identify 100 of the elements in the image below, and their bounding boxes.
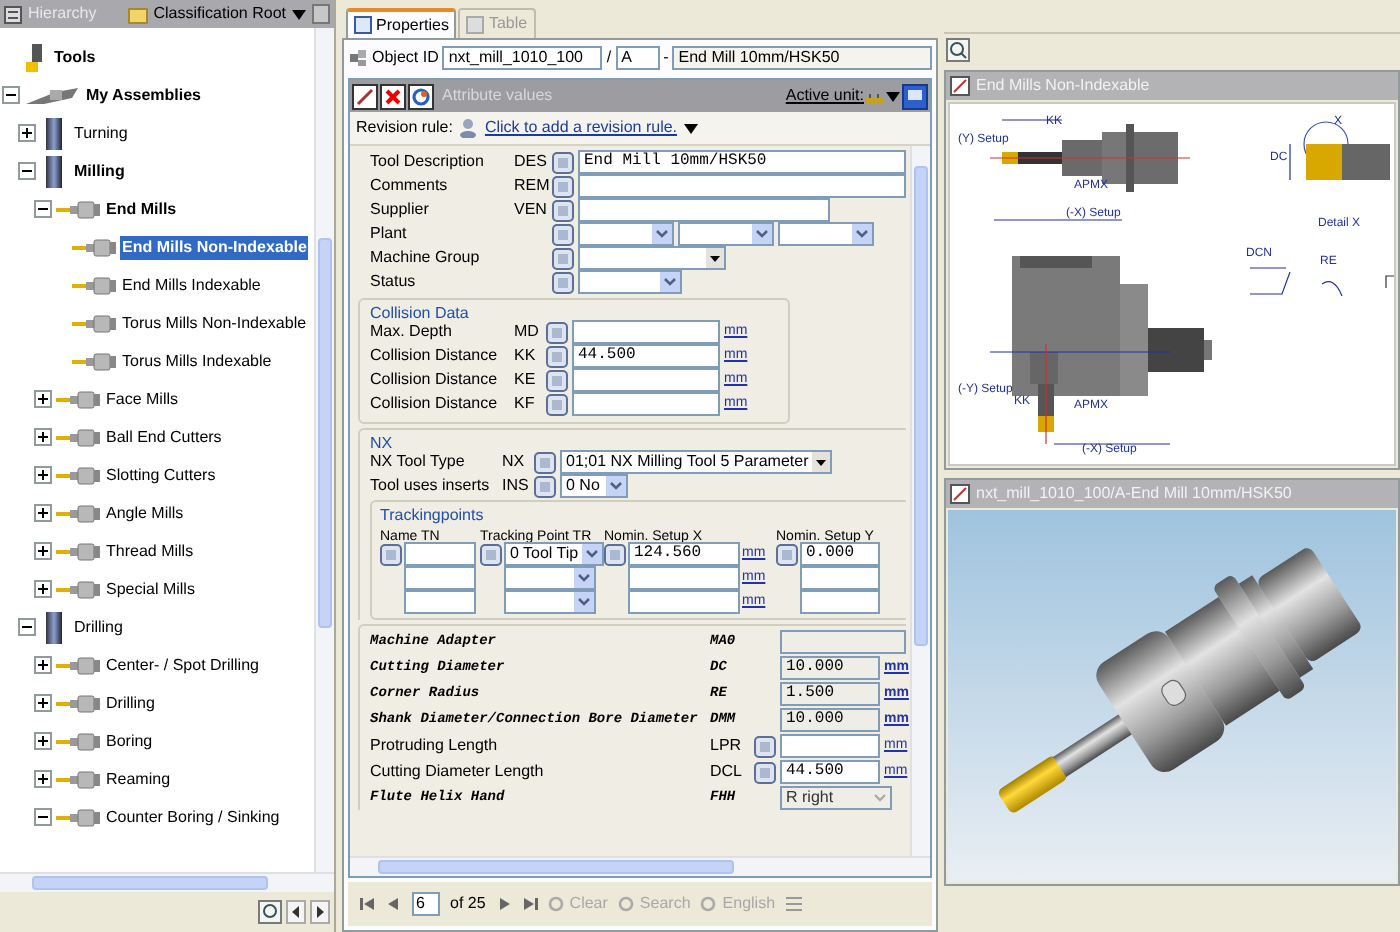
input-field[interactable] [800,590,880,614]
last-page-icon[interactable] [521,896,538,912]
search-icon[interactable] [946,38,970,62]
tree-item[interactable]: My Assemblies [84,83,204,107]
tree-item[interactable]: Slotting Cutters [104,463,218,487]
picker-button[interactable] [546,393,568,415]
dropdown[interactable]: 01;01 NX Milling Tool 5 Parameter [560,450,833,474]
input-field[interactable] [628,590,740,614]
dropdown[interactable] [504,590,596,614]
tree-item[interactable]: Drilling [104,691,157,715]
picker-button[interactable] [754,761,776,783]
input-field[interactable]: 124.560 [628,542,740,566]
tree-item[interactable]: Boring [104,729,155,753]
tree-item[interactable]: Special Mills [104,577,197,601]
expand-icon[interactable] [34,428,52,446]
expand-icon[interactable] [34,390,52,408]
input-field[interactable]: 10.000 [780,708,880,732]
close-icon[interactable] [380,83,406,109]
expand-icon[interactable] [34,770,52,788]
refresh-icon[interactable] [408,83,434,109]
input-field[interactable] [800,566,880,590]
dropdown[interactable] [678,222,774,246]
picker-button[interactable] [546,369,568,391]
tree-item[interactable]: Thread Mills [104,539,196,563]
collapse-icon[interactable] [34,808,52,826]
input-field[interactable] [578,174,906,198]
picker-button[interactable] [480,543,502,565]
tree-item[interactable]: Milling [72,159,127,183]
expand-icon[interactable] [34,542,52,560]
input-field[interactable]: A [615,46,660,70]
input-field[interactable]: 1.500 [780,682,880,706]
tree-item[interactable]: Drilling [72,615,125,639]
dropdown[interactable]: 0 Tool Tip [504,542,605,566]
picker-button[interactable] [534,475,556,497]
expand-icon[interactable] [34,694,52,712]
collapse-icon[interactable] [2,86,20,104]
caret-icon[interactable] [886,91,900,101]
picker-button[interactable] [552,271,574,293]
expand-icon[interactable] [34,732,52,750]
active-unit-link[interactable]: Active unit: [785,84,864,108]
picker-button[interactable] [552,151,574,173]
dropdown[interactable] [578,246,726,270]
expand-icon[interactable] [34,504,52,522]
tree-item[interactable]: Center- / Spot Drilling [104,653,261,677]
input-field[interactable] [780,734,880,758]
picker-button[interactable] [776,543,798,565]
tree-item[interactable]: End Mills Indexable [120,273,263,297]
input-field[interactable] [572,392,720,416]
input-field[interactable]: 44.500 [780,760,880,784]
picker-button[interactable] [546,321,568,343]
list-icon[interactable] [785,894,802,914]
vertical-scrollbar[interactable] [314,28,334,872]
input-field[interactable]: 44.500 [572,344,720,368]
picker-button[interactable] [552,199,574,221]
input-field[interactable] [404,566,476,590]
tree-item[interactable]: Turning [72,121,130,145]
input-field[interactable]: 0.000 [800,542,880,566]
save-icon[interactable] [902,83,928,109]
tab[interactable]: Properties [346,8,457,38]
caret-icon[interactable] [683,123,698,133]
input-field[interactable] [404,590,476,614]
scrollbar-thumb[interactable] [378,860,734,874]
tree-item[interactable]: Reaming [104,767,173,791]
scrollbar-thumb[interactable] [318,238,332,628]
tree-item[interactable]: Tools [52,45,98,69]
dropdown[interactable] [578,270,682,294]
input-field[interactable]: End Mill 10mm/HSK50 [672,46,932,70]
dropdown[interactable] [504,566,596,590]
picker-button[interactable] [546,345,568,367]
tree-item[interactable]: End Mills Non-Indexable [120,235,309,259]
collapse-icon[interactable] [18,618,36,636]
caret-icon[interactable] [292,9,306,19]
expand-icon[interactable] [34,466,52,484]
previous-icon[interactable] [286,900,306,924]
tree-item[interactable]: Torus Mills Non-Indexable [120,311,309,335]
edit-icon[interactable] [352,83,378,109]
tree-item[interactable]: End Mills [104,197,179,221]
collapse-icon[interactable] [18,162,36,180]
picker-button[interactable] [534,451,556,473]
dropdown[interactable] [778,222,874,246]
first-page-icon[interactable] [360,896,376,912]
next-icon[interactable] [310,900,330,924]
picker-button[interactable] [754,735,776,757]
picker-button[interactable] [604,543,626,565]
expand-icon[interactable] [18,124,36,142]
picker-button[interactable] [552,247,574,269]
dropdown[interactable]: R right [780,786,892,810]
input-field[interactable] [572,368,720,392]
picker-button[interactable] [552,223,574,245]
horizontal-scrollbar[interactable] [0,872,334,892]
input-field[interactable] [404,542,476,566]
tree-item[interactable]: Torus Mills Indexable [120,349,274,373]
tree-item[interactable]: Ball End Cutters [104,425,224,449]
tree-item[interactable]: Face Mills [104,387,181,411]
horizontal-scrollbar[interactable] [350,856,930,876]
picker-button[interactable] [552,175,574,197]
dropdown[interactable] [578,222,674,246]
input-field[interactable]: End Mill 10mm/HSK50 [578,150,906,174]
input-field[interactable]: nxt_mill_1010_100 [442,46,603,70]
tree-item[interactable]: Angle Mills [104,501,186,525]
